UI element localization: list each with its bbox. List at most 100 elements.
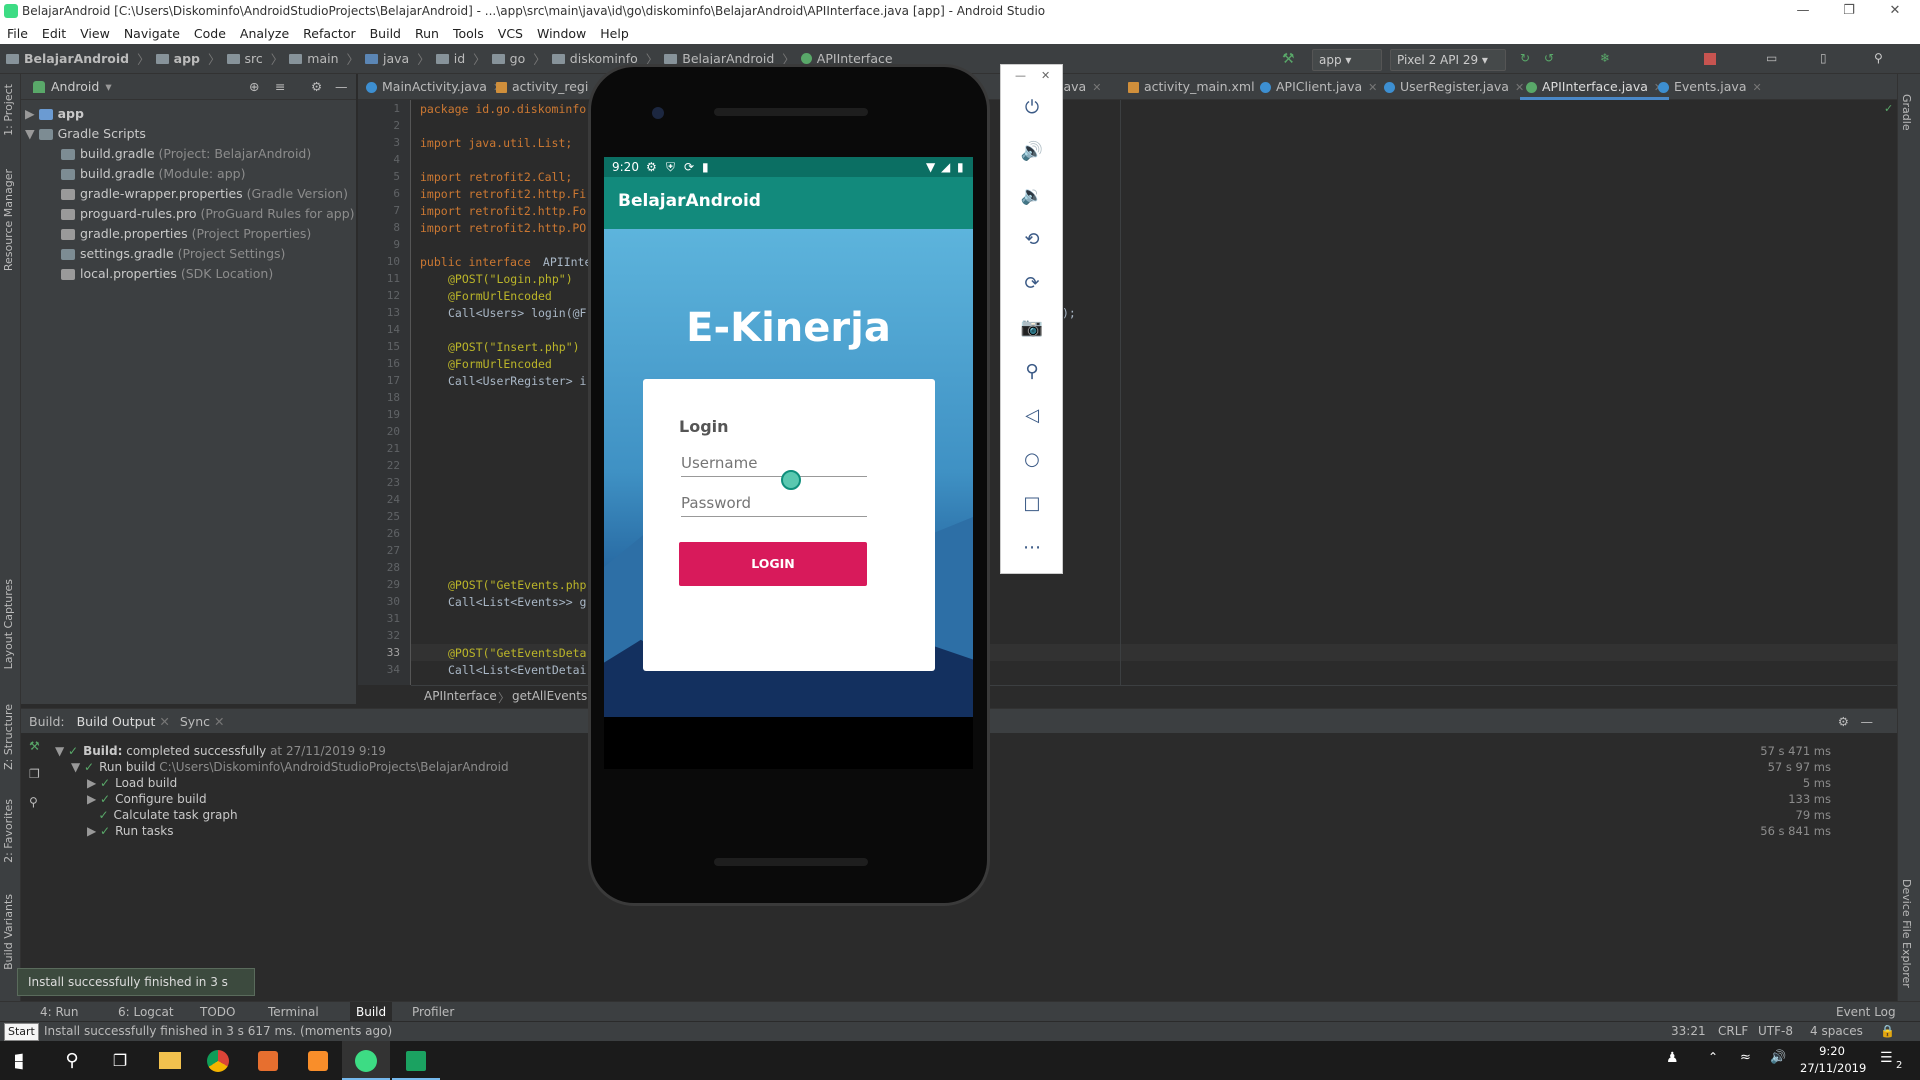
tab-apiinterface[interactable]: APIInterface.java✕ <box>1520 74 1670 100</box>
tab-java[interactable]: java ✕ <box>1060 74 1101 100</box>
password-input[interactable] <box>681 489 867 517</box>
stop-icon[interactable] <box>1704 53 1716 65</box>
people-icon[interactable]: ♟ <box>1666 1050 1679 1066</box>
apply-changes-icon[interactable]: ↻ <box>1520 51 1536 67</box>
breadcrumb-java[interactable]: java 〉 <box>365 49 430 68</box>
maximize-icon[interactable]: ❐ <box>1826 0 1872 22</box>
tab-device-file-explorer[interactable]: Device File Explorer <box>1900 879 1913 988</box>
tab-todo[interactable]: TODO <box>200 1002 235 1022</box>
tab-activity-register[interactable]: activity_regi <box>496 74 588 100</box>
tab-sync[interactable]: Sync <box>180 714 210 729</box>
menu-analyze[interactable]: Analyze <box>233 26 296 41</box>
notification-icon[interactable]: ☰ <box>1880 1050 1893 1066</box>
username-input[interactable] <box>681 449 867 477</box>
tab-build-output[interactable]: Build Output <box>77 714 156 729</box>
tab-activity-main[interactable]: activity_main.xml✕ <box>1128 74 1270 100</box>
wifi-icon[interactable]: ≈ <box>1740 1050 1751 1065</box>
search-icon[interactable]: ⚲ <box>1874 51 1890 67</box>
chrome-icon[interactable] <box>194 1041 242 1080</box>
menu-navigate[interactable]: Navigate <box>117 26 187 41</box>
tree-item-build-gradle-project[interactable]: build.gradle (Project: BelajarAndroid) <box>61 144 311 164</box>
rotate-right-icon[interactable]: ⟳ <box>1017 269 1047 299</box>
tab-mainactivity[interactable]: MainActivity.java✕ <box>366 74 502 100</box>
app-green-icon[interactable] <box>392 1041 440 1080</box>
breadcrumb-id[interactable]: id 〉 <box>435 49 486 68</box>
tab-event-log[interactable]: Event Log <box>1836 1002 1896 1022</box>
hide-icon[interactable]: — <box>1861 714 1874 729</box>
volume-icon[interactable]: 🔊 <box>1770 1050 1786 1065</box>
tab-project[interactable]: 1: Project <box>2 84 15 136</box>
lock-icon[interactable]: 🔒 <box>1880 1024 1895 1038</box>
tab-events[interactable]: Events.java ✕ <box>1658 74 1762 100</box>
rotate-left-icon[interactable]: ⟲ <box>1017 225 1047 255</box>
line-separator[interactable]: CRLF <box>1718 1024 1748 1038</box>
menu-build[interactable]: Build <box>363 26 408 41</box>
tab-profiler[interactable]: Profiler <box>412 1002 454 1022</box>
tab-run[interactable]: 4: Run <box>40 1002 79 1022</box>
emulator-screen[interactable]: 9:20 ⚙ ⛨ ⟳ ▮ ▼ ◢ ▮ BelajarAndroid E-Kine… <box>604 157 973 769</box>
close-icon[interactable]: ✕ <box>1872 0 1918 22</box>
locate-icon[interactable]: ⊕ <box>249 79 259 94</box>
sdk-manager-icon[interactable]: ▭ <box>1766 51 1782 67</box>
breadcrumb-go[interactable]: go 〉 <box>491 49 546 68</box>
sublime-icon[interactable] <box>294 1041 342 1080</box>
android-studio-taskbar-icon[interactable] <box>342 1041 390 1080</box>
menu-refactor[interactable]: Refactor <box>296 26 362 41</box>
tab-resource-manager[interactable]: Resource Manager <box>2 169 15 271</box>
gear-icon[interactable]: ⚙ <box>311 79 322 94</box>
tab-logcat[interactable]: 6: Logcat <box>118 1002 174 1022</box>
device-select[interactable]: Pixel 2 API 29 ▾ <box>1390 49 1506 71</box>
menu-help[interactable]: Help <box>593 26 636 41</box>
file-explorer-icon[interactable] <box>146 1041 194 1080</box>
volume-up-icon[interactable]: 🔊 <box>1017 137 1047 167</box>
menu-tools[interactable]: Tools <box>446 26 491 41</box>
tree-item-proguard[interactable]: proguard-rules.pro (ProGuard Rules for a… <box>61 204 355 224</box>
more-icon[interactable]: ⋯ <box>1017 533 1047 563</box>
pin-icon[interactable]: ⚲ <box>29 795 38 809</box>
tab-structure[interactable]: Z: Structure <box>2 704 15 770</box>
toggle-view-icon[interactable]: ❐ <box>29 767 40 781</box>
minimize-icon[interactable]: — <box>1780 0 1826 22</box>
minimize-icon[interactable]: — <box>1015 69 1026 82</box>
tree-item-gradle-properties[interactable]: gradle.properties (Project Properties) <box>61 224 311 244</box>
windows-start-icon[interactable] <box>0 1041 48 1080</box>
menu-file[interactable]: File <box>0 26 35 41</box>
tab-favorites[interactable]: 2: Favorites <box>2 799 15 863</box>
menu-view[interactable]: View <box>73 26 117 41</box>
collapse-icon[interactable]: ≡ <box>275 79 285 94</box>
taskbar-date[interactable]: 27/11/2019 <box>1800 1061 1866 1075</box>
avd-manager-icon[interactable]: ▯ <box>1820 51 1836 67</box>
tree-item-gradle-scripts[interactable]: ▼ Gradle Scripts <box>25 124 146 144</box>
breadcrumb-project[interactable]: BelajarAndroid 〉 <box>6 49 150 68</box>
breadcrumb-main[interactable]: main 〉 <box>289 49 359 68</box>
tree-item-app[interactable]: ▶ app <box>25 104 84 124</box>
hammer-icon[interactable]: ⚒ <box>29 739 40 753</box>
tab-terminal[interactable]: Terminal <box>268 1002 319 1022</box>
file-encoding[interactable]: UTF-8 <box>1758 1024 1793 1038</box>
menu-vcs[interactable]: VCS <box>491 26 530 41</box>
taskbar-time[interactable]: 9:20 <box>1812 1044 1852 1058</box>
home-icon[interactable]: ○ <box>1017 445 1047 475</box>
login-button[interactable]: LOGIN <box>679 542 867 586</box>
breadcrumb-app[interactable]: app 〉 <box>155 49 221 68</box>
power-icon[interactable]: ⏻ <box>1017 93 1047 123</box>
menu-edit[interactable]: Edit <box>35 26 73 41</box>
menu-run[interactable]: Run <box>408 26 446 41</box>
back-icon[interactable]: ◁ <box>1017 401 1047 431</box>
apply-code-changes-icon[interactable]: ↺ <box>1544 51 1560 67</box>
caret-position[interactable]: 33:21 <box>1671 1024 1706 1038</box>
search-icon[interactable]: ⚲ <box>48 1041 96 1080</box>
menu-window[interactable]: Window <box>530 26 593 41</box>
close-icon[interactable]: ✕ <box>1041 69 1050 82</box>
tree-item-build-gradle-module[interactable]: build.gradle (Module: app) <box>61 164 245 184</box>
project-view-select[interactable]: Android <box>51 79 99 94</box>
overview-icon[interactable]: □ <box>1017 489 1047 519</box>
zoom-icon[interactable]: ⚲ <box>1017 357 1047 387</box>
indent-setting[interactable]: 4 spaces <box>1810 1024 1863 1038</box>
hammer-icon[interactable]: ⚒ <box>1282 51 1298 67</box>
tab-layout-captures[interactable]: Layout Captures <box>2 579 15 669</box>
tab-build[interactable]: Build <box>350 1002 393 1022</box>
tab-apiclient[interactable]: APIClient.java ✕ <box>1260 74 1377 100</box>
tab-userregister[interactable]: UserRegister.java ✕ <box>1384 74 1524 100</box>
app-orange-icon[interactable] <box>244 1041 292 1080</box>
